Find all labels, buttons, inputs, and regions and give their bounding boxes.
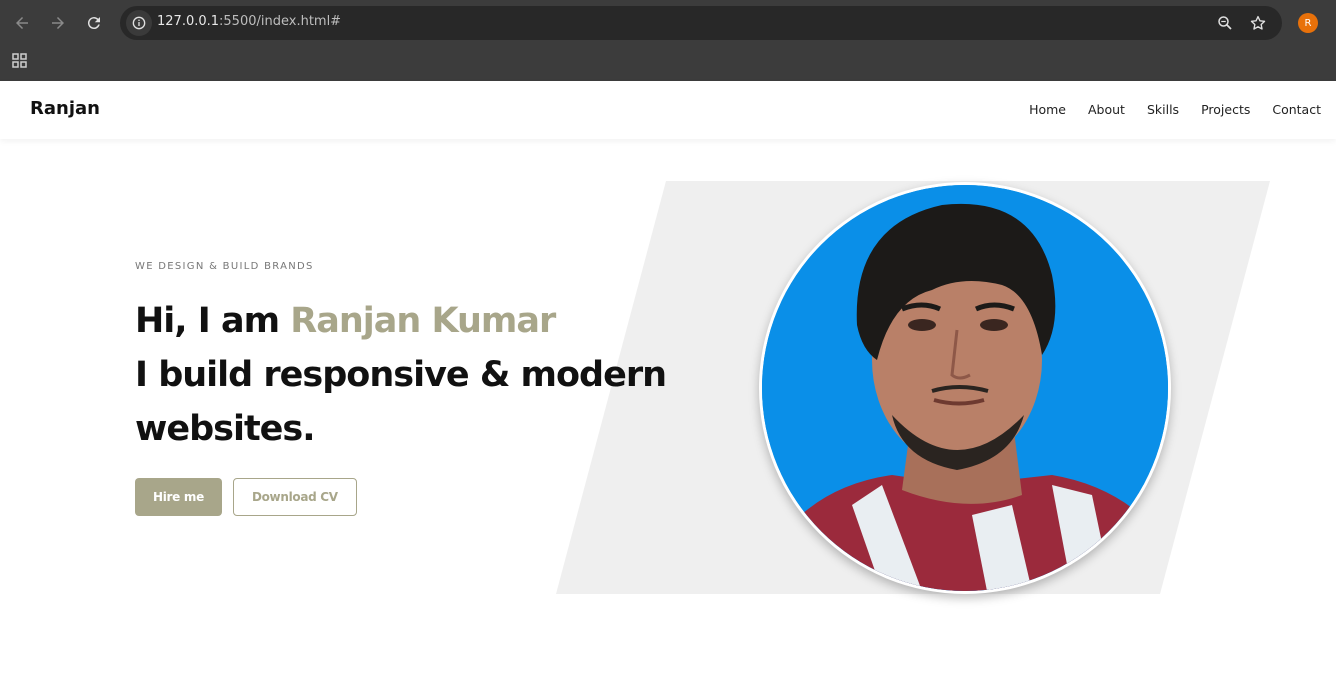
profile-photo-frame: [759, 182, 1171, 594]
arrow-left-icon: [16, 17, 28, 29]
reload-button[interactable]: [80, 9, 108, 37]
url-text[interactable]: 127.0.0.1:5500/index.html#: [157, 14, 341, 29]
nav-about[interactable]: About: [1088, 102, 1125, 117]
info-icon: [132, 16, 146, 30]
nav-contact[interactable]: Contact: [1272, 102, 1321, 117]
hero-tagline: WE DESIGN & BUILD BRANDS: [135, 261, 314, 272]
forward-button[interactable]: [44, 9, 72, 37]
main-nav: Home About Skills Projects Contact: [1029, 102, 1321, 117]
site-logo[interactable]: Ranjan: [30, 98, 100, 119]
download-cv-button[interactable]: Download CV: [232, 478, 357, 516]
url-host: 127.0.0.1: [157, 14, 220, 29]
zoom-icon: [1218, 16, 1232, 30]
nav-skills[interactable]: Skills: [1147, 102, 1179, 117]
nav-projects[interactable]: Projects: [1201, 102, 1250, 117]
browser-chrome: 127.0.0.1:5500/index.html# R: [0, 0, 1336, 81]
hire-me-button[interactable]: Hire me: [135, 478, 222, 516]
reload-icon: [87, 17, 100, 30]
back-button[interactable]: [8, 9, 36, 37]
site-info-button[interactable]: [126, 10, 152, 36]
hero-subline: I build responsive & modern websites.: [135, 355, 667, 449]
hero-headline: Hi, I am Ranjan Kumar I build responsive…: [135, 294, 695, 456]
hero-greeting: Hi, I am: [135, 301, 291, 341]
apps-grid-icon[interactable]: [11, 52, 29, 70]
site-header: Ranjan Home About Skills Projects Contac…: [0, 81, 1336, 139]
hero-section: WE DESIGN & BUILD BRANDS Hi, I am Ranjan…: [0, 139, 1336, 693]
bookmark-button[interactable]: [1247, 12, 1269, 34]
profile-photo: [762, 185, 1168, 591]
portrait-illustration: [762, 185, 1168, 591]
address-bar[interactable]: 127.0.0.1:5500/index.html#: [120, 6, 1282, 40]
nav-home[interactable]: Home: [1029, 102, 1066, 117]
hero-name: Ranjan Kumar: [290, 301, 556, 341]
hero-actions: Hire me Download CV: [135, 478, 357, 516]
zoom-button[interactable]: [1214, 12, 1236, 34]
star-icon: [1250, 15, 1266, 30]
url-path: :5500/index.html#: [219, 14, 342, 29]
profile-avatar[interactable]: R: [1298, 13, 1318, 33]
arrow-right-icon: [52, 17, 64, 29]
